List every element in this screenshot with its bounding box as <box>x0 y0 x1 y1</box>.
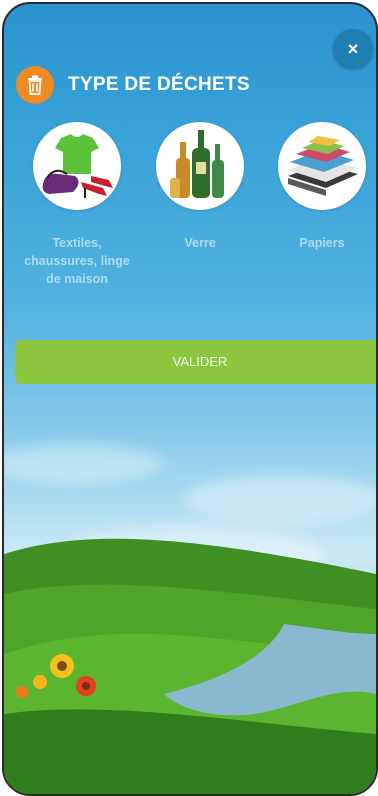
waste-type-textiles[interactable]: Textiles, chaussures, linge de maison <box>17 122 137 288</box>
glass-bottles-icon <box>156 122 244 210</box>
page-title: TYPE DE DÉCHETS <box>68 74 250 95</box>
waste-type-papers[interactable]: Papiers <box>262 122 376 252</box>
cloud <box>4 444 164 484</box>
waste-type-glass[interactable]: Verre <box>140 122 260 252</box>
textiles-icon <box>33 122 121 210</box>
close-button[interactable]: × <box>333 29 373 69</box>
trash-icon <box>16 66 54 104</box>
landscape-background <box>4 538 376 794</box>
validate-button[interactable]: VALIDER <box>15 340 376 384</box>
close-icon: × <box>347 39 359 59</box>
page-header: TYPE DE DÉCHETS <box>16 66 250 104</box>
waste-type-label: Papiers <box>299 236 345 250</box>
papers-icon <box>278 122 366 210</box>
waste-type-label: Textiles, chaussures, linge de maison <box>24 236 130 286</box>
app-screen: × TYPE DE DÉCHETS Textiles, chaussures, … <box>2 2 378 796</box>
cloud <box>184 474 376 524</box>
waste-type-label: Verre <box>184 236 216 250</box>
